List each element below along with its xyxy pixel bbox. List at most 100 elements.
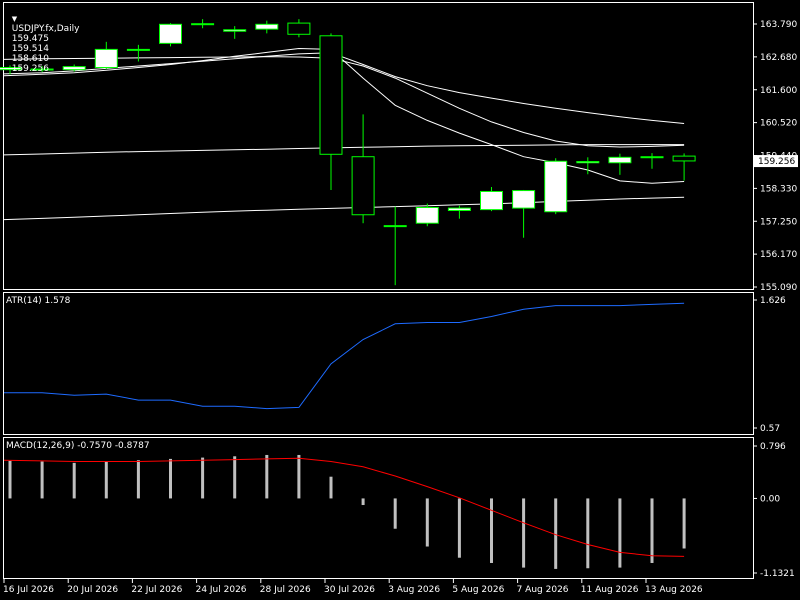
macd-tick-label: 0.00 xyxy=(760,494,780,504)
date-tick-label: 30 Jul 2026 xyxy=(324,585,375,595)
candle-body xyxy=(223,29,247,32)
macd-histogram-bar xyxy=(104,461,108,499)
macd-histogram-bar xyxy=(586,498,590,569)
price-panel-border xyxy=(3,2,754,290)
date-tick-label: 7 Aug 2026 xyxy=(517,585,569,595)
candle-body xyxy=(255,23,279,30)
atr-panel-border xyxy=(3,292,754,435)
candle-body xyxy=(159,23,182,44)
price-tick-label: 163.790 xyxy=(760,20,797,30)
candle-body xyxy=(544,160,568,213)
axes: 163.790162.680161.600160.520159.440158.3… xyxy=(3,20,798,595)
price-tick-label: 160.520 xyxy=(760,119,797,129)
date-tick-label: 16 Jul 2026 xyxy=(3,585,54,595)
candle-body xyxy=(351,156,375,216)
chart-canvas[interactable]: 163.790162.680161.600160.520159.440158.3… xyxy=(0,0,800,600)
macd-histogram-bar xyxy=(457,498,461,558)
macd-histogram-bar xyxy=(682,498,686,549)
macd-tick-label: 0.796 xyxy=(760,442,786,452)
candle-body xyxy=(126,48,150,51)
macd-histogram-bar xyxy=(8,460,12,499)
candle xyxy=(544,158,568,215)
atr-label: ATR(14) 1.578 xyxy=(6,296,71,306)
ohlc-low: 158.610 xyxy=(11,54,49,64)
macd-histogram-bar xyxy=(201,457,205,499)
date-tick-label: 11 Aug 2026 xyxy=(581,585,639,595)
atr-tick-label: 1.626 xyxy=(760,296,786,306)
candle xyxy=(255,20,279,34)
candle xyxy=(223,26,247,39)
candle-body xyxy=(480,190,503,211)
macd-histogram-bar xyxy=(329,476,333,499)
ohlc-close: 159.256 xyxy=(11,64,49,74)
date-tick-label: 28 Jul 2026 xyxy=(260,585,311,595)
price-tick-label: 162.680 xyxy=(760,53,797,63)
candle-body xyxy=(415,206,439,224)
symbol-name: USDJPY.fx,Daily xyxy=(11,24,80,34)
macd-label: MACD(12,26,9) -0.7570 -0.8787 xyxy=(6,441,150,451)
moving-averages xyxy=(3,47,685,221)
macd-histogram-bar xyxy=(554,498,558,569)
macd-histogram-bar xyxy=(136,460,140,499)
price-tick-label: 155.090 xyxy=(760,283,797,293)
macd-histogram-bar xyxy=(169,458,172,499)
date-tick-label: 3 Aug 2026 xyxy=(388,585,440,595)
macd-histogram-bar xyxy=(650,498,654,563)
candle-body xyxy=(191,23,215,26)
atr-tick-label: 0.57 xyxy=(760,424,780,434)
candle xyxy=(640,153,664,169)
candle xyxy=(415,203,439,227)
candle-body xyxy=(640,156,664,159)
candle-body xyxy=(512,190,536,209)
candle xyxy=(672,153,696,181)
candle xyxy=(447,205,471,219)
date-tick-label: 5 Aug 2026 xyxy=(452,585,504,595)
candle-body xyxy=(383,225,407,228)
atr-line xyxy=(4,302,685,410)
price-tick-label: 156.170 xyxy=(760,250,797,260)
macd-histogram-bar xyxy=(361,498,365,506)
macd-histogram-bar xyxy=(40,461,44,499)
candle-body xyxy=(447,207,471,212)
triangle-down-icon[interactable]: ▼ xyxy=(12,15,17,23)
candle-body xyxy=(287,22,311,35)
candle-body xyxy=(576,161,600,164)
moving-average-line xyxy=(3,144,685,156)
symbol-header[interactable]: ▼ USDJPY.fx,Daily 159.475 159.514 158.61… xyxy=(6,4,80,74)
ohlc-high: 159.514 xyxy=(11,44,49,54)
date-tick-label: 22 Jul 2026 xyxy=(131,585,182,595)
date-tick-label: 24 Jul 2026 xyxy=(196,585,247,595)
moving-average-line xyxy=(3,196,685,221)
candle-body xyxy=(672,155,696,162)
price-tick-label: 157.250 xyxy=(760,217,797,227)
candle-body xyxy=(319,35,343,155)
candle xyxy=(94,41,118,70)
current-price-label: 159.256 xyxy=(758,157,795,167)
candle-body xyxy=(94,48,118,69)
candle xyxy=(351,114,375,224)
date-tick-label: 20 Jul 2026 xyxy=(67,585,118,595)
candle-body xyxy=(608,156,632,164)
atr-indicator xyxy=(4,302,685,410)
candle xyxy=(576,157,600,175)
macd-histogram-bar xyxy=(425,498,429,547)
candle xyxy=(319,33,343,190)
price-tick-label: 161.600 xyxy=(760,86,797,96)
macd-histogram-bar xyxy=(522,498,526,568)
macd-histogram-bar xyxy=(393,498,397,529)
macd-histogram-bar xyxy=(233,456,237,499)
candle xyxy=(480,186,503,212)
date-tick-label: 13 Aug 2026 xyxy=(645,585,703,595)
macd-histogram-bar xyxy=(618,498,622,568)
candle xyxy=(191,19,215,29)
macd-histogram-bar xyxy=(72,462,76,499)
ohlc-open: 159.475 xyxy=(11,34,49,44)
macd-histogram-bar xyxy=(297,454,301,499)
macd-histogram-bar xyxy=(490,498,493,563)
macd-indicator xyxy=(3,454,686,569)
candle xyxy=(126,44,150,62)
candle xyxy=(383,206,407,286)
macd-panel-border xyxy=(3,437,754,579)
candle xyxy=(287,19,311,38)
macd-histogram-bar xyxy=(265,454,269,499)
